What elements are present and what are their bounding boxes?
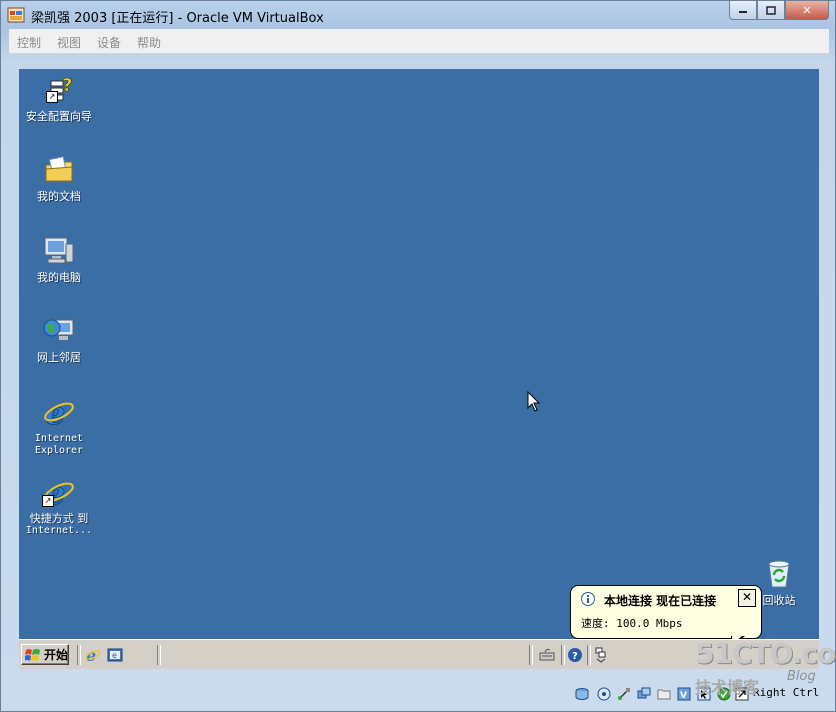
menu-control[interactable]: 控制 [17, 34, 41, 51]
desktop-icon-internet-shortcut[interactable]: e ↗ 快捷方式 到 Internet... [19, 474, 101, 537]
quick-launch-ie-icon[interactable]: e [85, 647, 101, 663]
internet-explorer-icon: e [44, 394, 74, 432]
network-connected-balloon[interactable]: 本地连接 现在已连接 ✕ 速度: 100.0 Mbps [570, 585, 762, 639]
windows-logo-icon [25, 648, 40, 661]
menu-view[interactable]: 视图 [57, 34, 81, 51]
start-button[interactable]: 开始 [21, 644, 69, 665]
quick-launch-desktop-icon[interactable]: e [107, 647, 123, 663]
menu-bar: 控制 视图 设备 帮助 [9, 29, 829, 54]
maximize-icon [766, 5, 776, 15]
my-documents-icon [45, 156, 73, 182]
close-button[interactable]: ✕ [785, 1, 829, 20]
taskbar-separator [529, 645, 533, 665]
taskbar-separator [587, 645, 591, 665]
close-icon: ✕ [741, 590, 753, 604]
desktop-icon-label: 我的电脑 [37, 271, 81, 284]
window-controls: ✕ [729, 1, 829, 21]
my-computer-icon [44, 237, 74, 264]
keyboard-tray-icon[interactable] [539, 647, 555, 663]
minimize-button[interactable] [729, 1, 757, 20]
shared-folders-icon[interactable] [637, 687, 651, 701]
usb-icon[interactable] [617, 687, 631, 701]
balloon-close-button[interactable]: ✕ [738, 589, 756, 607]
desktop-icon-label: Internet... [25, 525, 93, 536]
watermark-logo: 51CTO.com [695, 637, 836, 670]
network-places-icon [43, 319, 74, 340]
shortcut-arrow-icon: ↗ [46, 91, 58, 103]
info-icon [581, 592, 595, 606]
close-icon: ✕ [802, 3, 812, 17]
desktop-icon-network-places[interactable]: 网上邻居 [19, 314, 101, 364]
window-title: 梁凯强 2003 [正在运行] - Oracle VM VirtualBox [31, 11, 324, 26]
desktop-icon-label: 网上邻居 [37, 351, 81, 364]
desktop-icon-label: Explorer [34, 445, 84, 456]
virtualbox-app-icon [7, 7, 25, 23]
display-icon[interactable]: V [677, 687, 691, 701]
folder-icon[interactable] [657, 687, 671, 701]
svg-text:e: e [112, 651, 117, 660]
desktop-icon-label: 我的文档 [37, 190, 81, 203]
virtualbox-window: 梁凯强 2003 [正在运行] - Oracle VM VirtualBox ✕… [0, 0, 836, 712]
svg-text:?: ? [572, 651, 578, 662]
desktop-icon-label: 安全配置向导 [26, 110, 92, 123]
watermark: 51CTO.com 技术博客 Blog [695, 637, 836, 697]
minimize-icon [739, 11, 747, 13]
start-label: 开始 [44, 648, 69, 662]
taskbar-separator [77, 645, 81, 665]
watermark-blog: Blog [787, 669, 816, 684]
menu-devices[interactable]: 设备 [97, 34, 121, 51]
balloon-text: 速度: 100.0 Mbps [581, 617, 683, 630]
help-icon[interactable]: ? [567, 647, 583, 663]
taskbar-separator [157, 645, 161, 665]
guest-desktop[interactable]: ? ↗ 安全配置向导 我的文档 我的电脑 网上邻居 e Internet Exp… [19, 69, 819, 669]
maximize-button[interactable] [757, 1, 785, 20]
hard-disk-icon[interactable] [575, 687, 589, 701]
balloon-title: 本地连接 现在已连接 [604, 594, 717, 608]
desktop-icon-internet-explorer[interactable]: e Internet Explorer [19, 394, 101, 457]
watermark-subtitle: 技术博客 [695, 678, 760, 697]
desktop-icon-my-documents[interactable]: 我的文档 [19, 153, 101, 203]
desktop-icon-security-wizard[interactable]: ? ↗ 安全配置向导 [19, 73, 101, 123]
menu-help[interactable]: 帮助 [137, 34, 161, 51]
title-bar[interactable]: 梁凯强 2003 [正在运行] - Oracle VM VirtualBox ✕ [1, 1, 835, 29]
optical-drive-icon[interactable] [597, 687, 611, 701]
desktop-icon-my-computer[interactable]: 我的电脑 [19, 234, 101, 284]
mouse-cursor-icon [527, 391, 541, 412]
network-tray-icon[interactable] [593, 647, 609, 663]
desktop-icon-label: Internet [34, 433, 84, 444]
shortcut-arrow-icon: ↗ [42, 495, 54, 507]
desktop-icon-label: 快捷方式 到 [29, 512, 89, 525]
taskbar-separator [561, 645, 565, 665]
svg-text:V: V [680, 691, 687, 701]
recycle-bin-icon [768, 560, 790, 588]
svg-text:?: ? [62, 75, 72, 96]
